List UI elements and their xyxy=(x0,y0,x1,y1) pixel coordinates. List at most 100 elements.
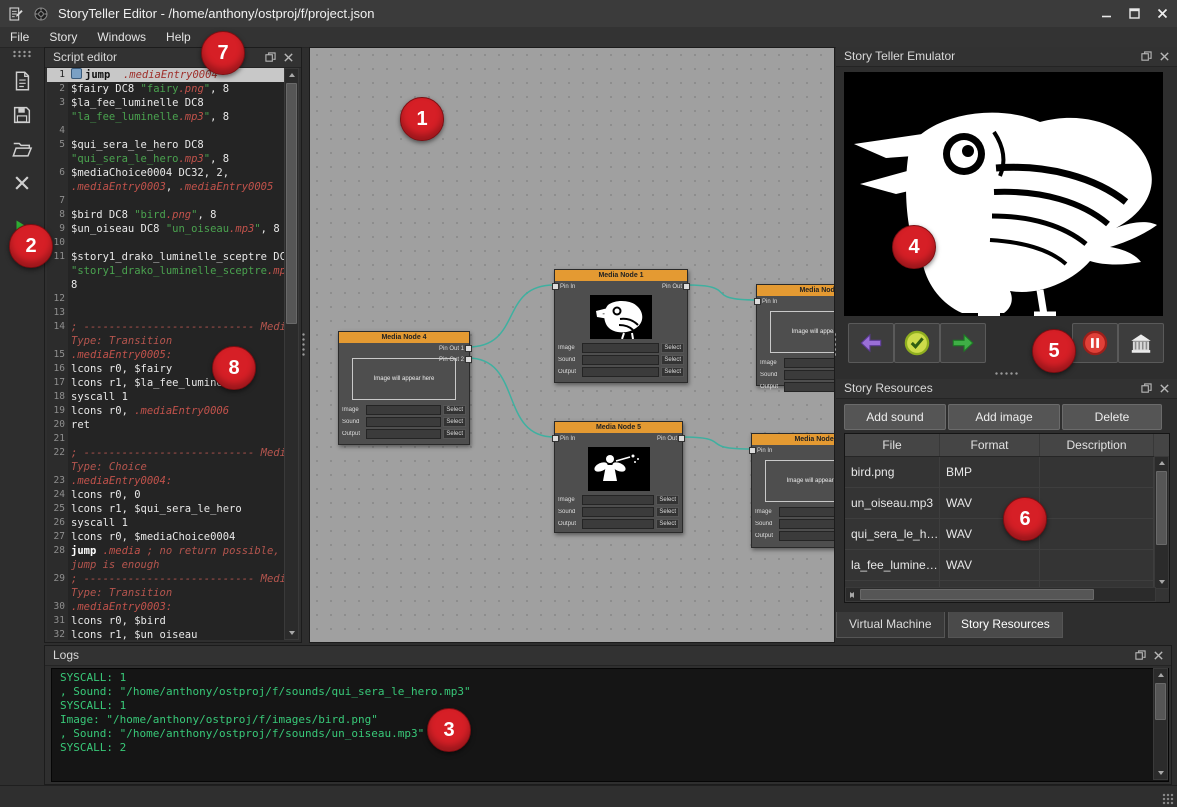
output-pin[interactable] xyxy=(465,356,472,363)
editor-scrollbar[interactable] xyxy=(284,68,299,640)
value-dropdown[interactable] xyxy=(582,495,654,505)
input-pin[interactable] xyxy=(552,435,559,442)
code-row[interactable]: 6$mediaChoice0004 DC32, 2, xyxy=(47,166,285,180)
select-button[interactable]: Select xyxy=(661,343,684,353)
code-row[interactable]: 22; --------------------------- Media no… xyxy=(47,446,285,460)
code-row[interactable]: 14; --------------------------- Media no… xyxy=(47,320,285,334)
scrollbar-thumb[interactable] xyxy=(286,83,297,324)
node-title[interactable]: Media Node 3 xyxy=(757,285,835,296)
value-dropdown[interactable] xyxy=(779,519,835,529)
scroll-down-icon[interactable] xyxy=(285,627,298,639)
code-row[interactable]: 21 xyxy=(47,432,285,446)
scroll-down-icon[interactable] xyxy=(1155,576,1168,588)
value-dropdown[interactable] xyxy=(366,405,441,415)
node-connection[interactable] xyxy=(468,358,554,437)
minimize-button[interactable] xyxy=(1095,4,1117,24)
node-connection[interactable] xyxy=(468,285,554,347)
code-row[interactable]: 28jump .media ; no return possible, so a xyxy=(47,544,285,558)
close-panel-icon[interactable] xyxy=(1158,382,1171,395)
scrollbar-thumb[interactable] xyxy=(860,589,1094,600)
value-dropdown[interactable] xyxy=(784,370,835,380)
close-panel-icon[interactable] xyxy=(1152,649,1165,662)
close-panel-icon[interactable] xyxy=(282,51,295,64)
select-button[interactable]: Select xyxy=(443,429,466,439)
select-button[interactable]: Select xyxy=(661,355,684,365)
menu-windows[interactable]: Windows xyxy=(87,30,156,44)
close-button[interactable] xyxy=(1151,4,1173,24)
script-editor-header[interactable]: Script editor xyxy=(45,48,301,68)
code-row[interactable]: 25lcons r1, $qui_sera_le_hero xyxy=(47,502,285,516)
media-node[interactable]: Media Node 1Pin InPin OutImageSelectSoun… xyxy=(554,269,688,383)
splitter-script-canvas[interactable] xyxy=(301,332,306,358)
input-pin[interactable] xyxy=(552,283,559,290)
tab-story-resources[interactable]: Story Resources xyxy=(948,612,1063,638)
select-button[interactable]: Select xyxy=(656,519,679,529)
resize-grip[interactable] xyxy=(1162,793,1174,805)
select-button[interactable]: Select xyxy=(443,417,466,427)
value-dropdown[interactable] xyxy=(582,519,654,529)
tab-virtual-machine[interactable]: Virtual Machine xyxy=(836,612,945,638)
value-dropdown[interactable] xyxy=(779,531,835,541)
float-panel-icon[interactable] xyxy=(1140,382,1153,395)
maximize-button[interactable] xyxy=(1123,4,1145,24)
code-row[interactable]: "qui_sera_le_hero.mp3", 8 xyxy=(47,152,285,166)
code-row[interactable]: 12 xyxy=(47,292,285,306)
logs-scrollbar[interactable] xyxy=(1153,668,1168,780)
code-row[interactable]: 19lcons r0, .mediaEntry0006 xyxy=(47,404,285,418)
menu-file[interactable]: File xyxy=(0,30,39,44)
input-pin[interactable] xyxy=(749,447,756,454)
input-pin[interactable] xyxy=(754,298,761,305)
select-button[interactable]: Select xyxy=(656,495,679,505)
column-header[interactable]: File xyxy=(845,434,940,456)
code-row[interactable]: 4 xyxy=(47,124,285,138)
code-row[interactable]: 29; --------------------------- Media no… xyxy=(47,572,285,586)
media-node[interactable]: Media Node 2Pin InPin OutImage will appe… xyxy=(751,433,835,548)
emulator-header[interactable]: Story Teller Emulator xyxy=(836,47,1177,67)
output-pin[interactable] xyxy=(465,345,472,352)
output-pin[interactable] xyxy=(678,435,685,442)
node-title[interactable]: Media Node 4 xyxy=(339,332,469,343)
float-panel-icon[interactable] xyxy=(264,51,277,64)
value-dropdown[interactable] xyxy=(582,355,659,365)
menu-help[interactable]: Help xyxy=(156,30,201,44)
code-row[interactable]: .mediaEntry0003, .mediaEntry0005 xyxy=(47,180,285,194)
save-button[interactable] xyxy=(7,101,37,129)
code-row[interactable]: 27lcons r0, $mediaChoice0004 xyxy=(47,530,285,544)
scroll-down-icon[interactable] xyxy=(1154,767,1167,779)
log-view[interactable]: SYSCALL: 1, Sound: "/home/anthony/ostpro… xyxy=(51,668,1169,782)
code-row[interactable]: 7 xyxy=(47,194,285,208)
column-header[interactable]: Description xyxy=(1040,434,1154,456)
new-script-button[interactable] xyxy=(7,67,37,95)
code-row[interactable]: jump is enough xyxy=(47,558,285,572)
code-row[interactable]: 9$un_oiseau DC8 "un_oiseau.mp3", 8 xyxy=(47,222,285,236)
code-row[interactable]: "story1_drako_luminelle_sceptre.mp3", xyxy=(47,264,285,278)
value-dropdown[interactable] xyxy=(784,382,835,392)
code-row[interactable]: 5$qui_sera_le_hero DC8 xyxy=(47,138,285,152)
value-dropdown[interactable] xyxy=(582,507,654,517)
code-row[interactable]: 31lcons r0, $bird xyxy=(47,614,285,628)
menu-story[interactable]: Story xyxy=(39,30,87,44)
code-row[interactable]: 1jump .mediaEntry0004 xyxy=(47,68,285,82)
ok-button[interactable] xyxy=(894,323,940,363)
value-dropdown[interactable] xyxy=(366,417,441,427)
toolbar-drag-handle[interactable] xyxy=(12,50,32,58)
scroll-up-icon[interactable] xyxy=(285,69,298,81)
code-row[interactable]: 26syscall 1 xyxy=(47,516,285,530)
value-dropdown[interactable] xyxy=(784,358,835,368)
scroll-right-icon[interactable] xyxy=(846,588,858,601)
previous-button[interactable] xyxy=(848,323,894,363)
open-project-button[interactable] xyxy=(7,135,37,163)
code-row[interactable]: 32lcons r1, $un_oiseau xyxy=(47,628,285,640)
float-panel-icon[interactable] xyxy=(1134,649,1147,662)
node-connection[interactable] xyxy=(681,437,751,449)
logs-header[interactable]: Logs xyxy=(45,646,1171,666)
scroll-up-icon[interactable] xyxy=(1155,457,1168,469)
scrollbar-thumb[interactable] xyxy=(1155,683,1166,720)
code-row[interactable]: 13 xyxy=(47,306,285,320)
select-button[interactable]: Select xyxy=(443,405,466,415)
select-button[interactable]: Select xyxy=(661,367,684,377)
next-button[interactable] xyxy=(940,323,986,363)
code-row[interactable]: 30.mediaEntry0003: xyxy=(47,600,285,614)
code-row[interactable]: 2$fairy DC8 "fairy.png", 8 xyxy=(47,82,285,96)
select-button[interactable]: Select xyxy=(656,507,679,517)
